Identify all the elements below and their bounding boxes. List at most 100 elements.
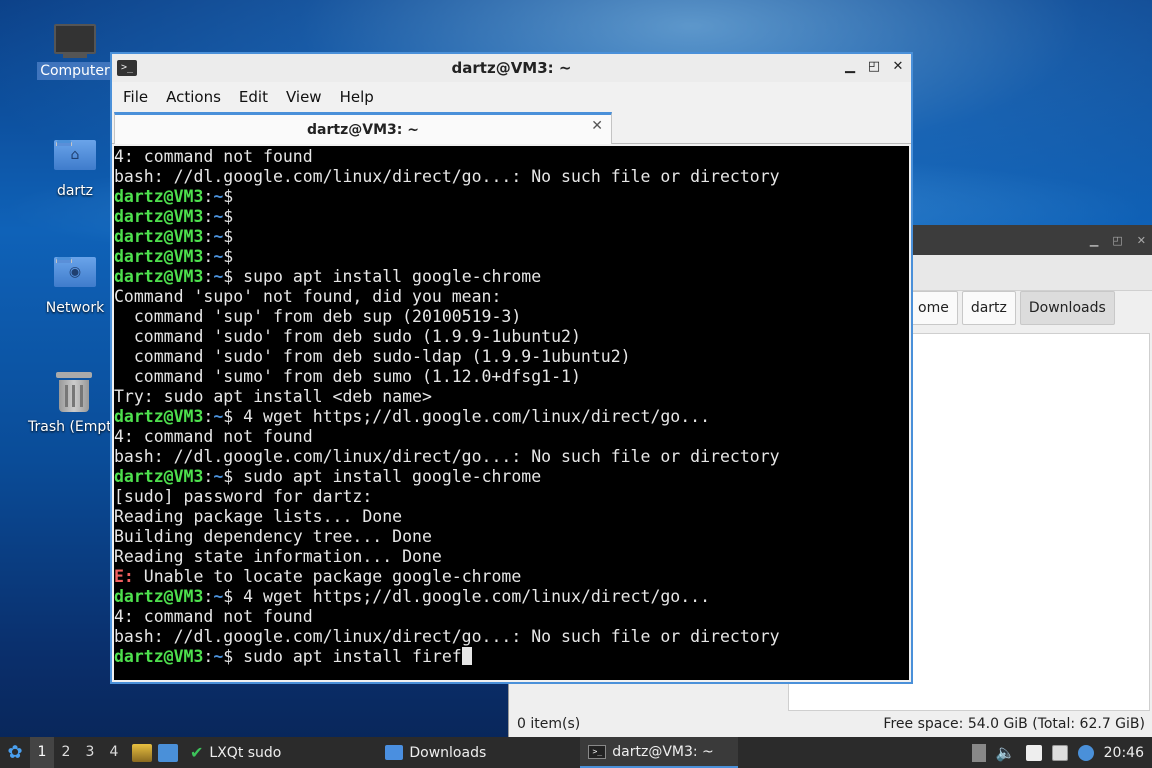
task-downloads[interactable]: Downloads — [377, 737, 494, 768]
prompt-symbol: $ — [223, 587, 234, 606]
prompt-symbol: $ — [223, 267, 234, 286]
system-tray: 🔈 20:46 — [971, 743, 1152, 762]
desktop-icon-label: dartz — [56, 183, 94, 199]
terminal-app-icon[interactable]: >_ — [117, 60, 137, 76]
desktop-icon-computer[interactable]: Computer — [35, 24, 115, 80]
prompt-symbol: $ — [223, 647, 234, 666]
prompt-separator: : — [203, 247, 214, 266]
prompt-separator: : — [203, 467, 214, 486]
window-title: dartz@VM3: ~ — [451, 59, 572, 77]
command-text: 4 wget https;//dl.google.com/linux/direc… — [233, 587, 711, 606]
maximize-icon[interactable]: ◰ — [867, 58, 881, 76]
computer-icon — [54, 24, 96, 58]
output-line: E: Unable to locate package google-chrom… — [114, 567, 909, 587]
prompt-user: dartz@VM3 — [114, 227, 204, 246]
terminal-titlebar[interactable]: >_ dartz@VM3: ~ ▁ ◰ ✕ — [112, 54, 911, 82]
tab-bar: dartz@VM3: ~ ✕ — [112, 112, 911, 144]
prompt-line: dartz@VM3:~$ — [114, 187, 909, 207]
menu-actions[interactable]: Actions — [157, 88, 230, 106]
output-line: command 'sup' from deb sup (20100519-3) — [114, 307, 522, 326]
tab-terminal[interactable]: dartz@VM3: ~ ✕ — [114, 112, 612, 144]
prompt-separator: : — [203, 207, 214, 226]
desktop-icon-label: Trash (Empt — [28, 419, 112, 435]
menu-help[interactable]: Help — [331, 88, 383, 106]
notification-icon[interactable] — [1077, 744, 1094, 761]
path-segment-downloads[interactable]: Downloads — [1019, 291, 1115, 325]
item-count: 0 item(s) — [517, 716, 581, 732]
prompt-line: dartz@VM3:~$ — [114, 207, 909, 227]
prompt-separator: : — [203, 647, 214, 666]
maximize-icon[interactable]: ◰ — [1112, 234, 1122, 247]
terminal-icon: >_ — [588, 744, 607, 759]
tab-close-icon[interactable]: ✕ — [591, 118, 603, 134]
desktop-icon-home[interactable]: ⌂ dartz — [35, 140, 115, 200]
desktop-icon-trash[interactable]: Trash (Empt — [28, 372, 118, 436]
menu-view[interactable]: View — [277, 88, 331, 106]
prompt-symbol: $ — [223, 207, 234, 226]
prompt-path: ~ — [213, 587, 224, 606]
error-prefix: E: — [114, 567, 134, 586]
prompt-separator: : — [203, 587, 214, 606]
output-line: command 'sumo' from deb sumo (1.12.0+dfs… — [114, 367, 581, 386]
output-line: 4: command not found — [114, 607, 313, 626]
prompt-path: ~ — [213, 187, 224, 206]
prompt-user: dartz@VM3 — [114, 267, 204, 286]
path-segment-home[interactable]: ome — [909, 291, 958, 325]
prompt-path: ~ — [213, 207, 224, 226]
desktop-4-button[interactable]: 4 — [102, 737, 126, 768]
close-icon[interactable]: ✕ — [891, 58, 905, 76]
output-line: 4: command not found — [114, 147, 313, 166]
desktop-switcher: 1 2 3 4 — [30, 737, 126, 768]
terminal-window[interactable]: >_ dartz@VM3: ~ ▁ ◰ ✕ File Actions Edit … — [110, 52, 913, 684]
quick-launch — [132, 743, 178, 762]
prompt-path: ~ — [213, 647, 224, 666]
prompt-line: dartz@VM3:~$ sudo apt install google-chr… — [114, 467, 909, 487]
output-line: Command 'supo' not found, did you mean: — [114, 287, 502, 306]
task-label: LXQt sudo — [209, 744, 282, 761]
file-manager-launch-icon[interactable] — [132, 743, 152, 762]
menu-edit[interactable]: Edit — [230, 88, 277, 106]
folder-icon — [385, 745, 404, 760]
clock[interactable]: 20:46 — [1104, 745, 1144, 761]
prompt-path: ~ — [213, 227, 224, 246]
show-desktop-icon[interactable] — [158, 743, 178, 762]
network-icon[interactable] — [1051, 744, 1068, 761]
output-line: bash: //dl.google.com/linux/direct/go...… — [114, 447, 780, 466]
desktop-icon-network[interactable]: ◉ Network — [35, 257, 115, 317]
prompt-user: dartz@VM3 — [114, 207, 204, 226]
prompt-user: dartz@VM3 — [114, 247, 204, 266]
task-terminal[interactable]: >_ dartz@VM3: ~ — [580, 737, 739, 768]
desktop-3-button[interactable]: 3 — [78, 737, 102, 768]
prompt-line: dartz@VM3:~$ 4 wget https;//dl.google.co… — [114, 407, 909, 427]
menu-bar: File Actions Edit View Help — [112, 82, 911, 112]
prompt-path: ~ — [213, 467, 224, 486]
prompt-user: dartz@VM3 — [114, 407, 204, 426]
prompt-separator: : — [203, 267, 214, 286]
command-text: supo apt install google-chrome — [233, 267, 542, 286]
text-cursor — [461, 647, 472, 665]
command-text: sudo apt install google-chrome — [233, 467, 542, 486]
scroll-up-icon[interactable] — [971, 743, 986, 762]
minimize-icon[interactable]: ▁ — [1090, 234, 1098, 247]
task-lxqt-sudo[interactable]: ✔ LXQt sudo — [182, 737, 289, 768]
terminal-output[interactable]: 4: command not found bash: //dl.google.co… — [114, 146, 909, 680]
output-line: command 'sudo' from deb sudo-ldap (1.9.9… — [114, 347, 631, 366]
desktop-2-button[interactable]: 2 — [54, 737, 78, 768]
desktop-1-button[interactable]: 1 — [30, 737, 54, 768]
path-segment-dartz[interactable]: dartz — [961, 291, 1016, 325]
network-folder-icon: ◉ — [54, 257, 96, 293]
task-label: dartz@VM3: ~ — [612, 743, 714, 760]
prompt-path: ~ — [213, 407, 224, 426]
prompt-user: dartz@VM3 — [114, 587, 204, 606]
clipboard-icon[interactable] — [1025, 744, 1042, 761]
volume-icon[interactable]: 🔈 — [996, 743, 1016, 762]
close-icon[interactable]: ✕ — [1137, 234, 1146, 247]
prompt-line: dartz@VM3:~$ — [114, 227, 909, 247]
minimize-icon[interactable]: ▁ — [843, 58, 857, 76]
output-line: bash: //dl.google.com/linux/direct/go...… — [114, 627, 780, 646]
shield-check-icon: ✔ — [190, 743, 204, 762]
prompt-separator: : — [203, 407, 214, 426]
prompt-user: dartz@VM3 — [114, 187, 204, 206]
menu-file[interactable]: File — [114, 88, 157, 106]
start-menu-icon[interactable]: ✿ — [0, 737, 30, 768]
